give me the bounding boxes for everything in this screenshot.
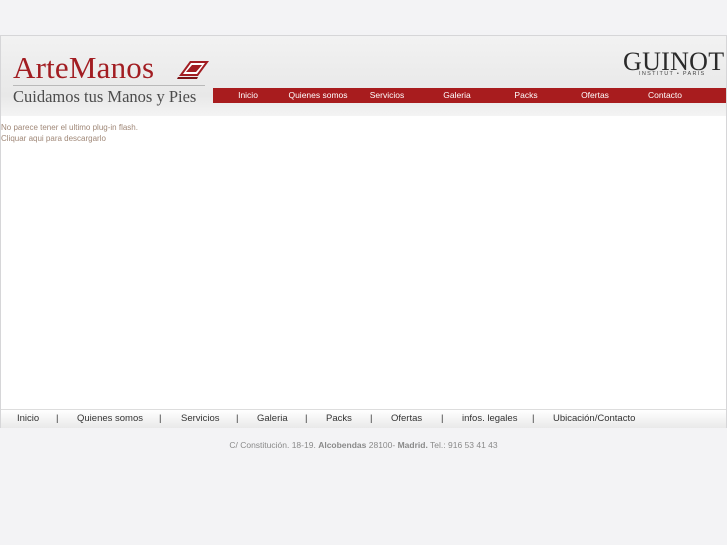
footer-nav: Inicio | Quienes somos | Servicios | Gal… <box>1 409 726 428</box>
footer-nav-quienes-somos[interactable]: Quienes somos <box>77 410 143 428</box>
footer-separator: | <box>532 413 535 424</box>
footer-nav-infos-legales[interactable]: infos. legales <box>462 410 517 428</box>
footer-separator: | <box>441 413 444 424</box>
footer-nav-inicio[interactable]: Inicio <box>17 410 39 428</box>
page-frame: ArteManos Cuidamos tus Manos y Pies GUIN… <box>0 35 727 428</box>
main-content: No parece tener el ultimo plug-in flash.… <box>1 122 726 144</box>
nav-item-galeria[interactable]: Galeria <box>421 88 493 103</box>
address-phone: Tel.: 916 53 41 43 <box>430 440 498 450</box>
main-nav: Inicio Quienes somos Servicios Galeria P… <box>213 88 726 103</box>
nav-item-ofertas[interactable]: Ofertas <box>559 88 631 103</box>
nav-item-inicio[interactable]: Inicio <box>213 88 283 103</box>
guinot-logo: GUINOT INSTITUT • PARIS <box>623 47 724 83</box>
footer-nav-servicios[interactable]: Servicios <box>181 410 220 428</box>
footer-nav-packs[interactable]: Packs <box>326 410 352 428</box>
footer-nav-galeria[interactable]: Galeria <box>257 410 288 428</box>
artemanos-logo[interactable]: ArteManos Cuidamos tus Manos y Pies <box>13 50 211 110</box>
logo-title: ArteManos <box>13 50 155 85</box>
address-region: Madrid. <box>397 440 428 450</box>
logo-tagline: Cuidamos tus Manos y Pies <box>13 87 197 106</box>
open-book-icon <box>177 61 209 79</box>
header: ArteManos Cuidamos tus Manos y Pies GUIN… <box>1 36 726 116</box>
download-flash-link[interactable]: Cliquar aqui para descargarlo <box>1 133 726 144</box>
footer-separator: | <box>159 413 162 424</box>
footer-separator: | <box>305 413 308 424</box>
address-street: C/ Constitución. 18-19. <box>229 440 316 450</box>
nav-item-contacto[interactable]: Contacto <box>631 88 699 103</box>
footer-address: C/ Constitución. 18-19. Alcobendas 28100… <box>0 440 727 450</box>
footer-nav-ofertas[interactable]: Ofertas <box>391 410 422 428</box>
footer-separator: | <box>236 413 239 424</box>
address-postal: 28100- <box>368 440 396 450</box>
brand-subtitle: INSTITUT • PARIS <box>639 71 706 77</box>
nav-item-quienes-somos[interactable]: Quienes somos <box>283 88 353 103</box>
flash-notice: No parece tener el ultimo plug-in flash. <box>1 123 138 132</box>
footer-separator: | <box>370 413 373 424</box>
nav-item-servicios[interactable]: Servicios <box>353 88 421 103</box>
address-city: Alcobendas <box>318 440 367 450</box>
footer-separator: | <box>56 413 59 424</box>
nav-item-packs[interactable]: Packs <box>493 88 559 103</box>
logo-divider <box>13 85 205 86</box>
footer-nav-ubicacion-contacto[interactable]: Ubicación/Contacto <box>553 410 635 428</box>
